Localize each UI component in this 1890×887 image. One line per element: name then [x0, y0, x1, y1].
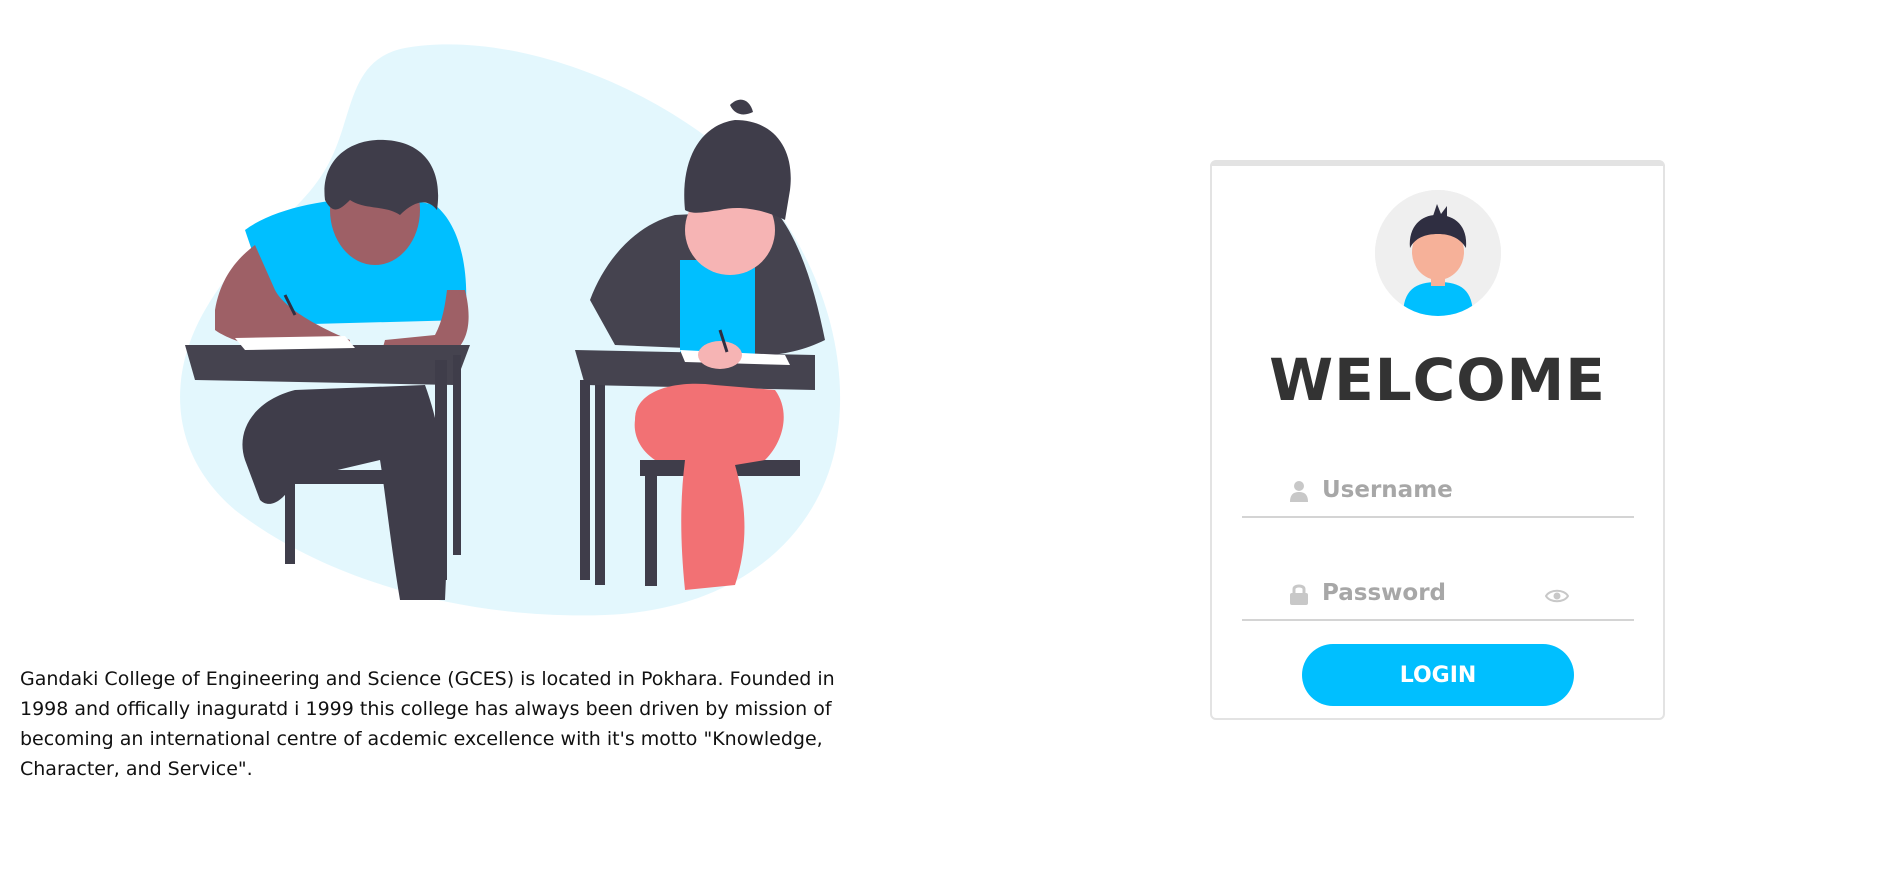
login-page: Gandaki College of Engineering and Scien…: [0, 0, 1890, 887]
students-writing-exam-illustration: [175, 40, 885, 620]
username-field: [1242, 456, 1634, 518]
college-description: Gandaki College of Engineering and Scien…: [20, 668, 835, 780]
login-card: WELCOME LOGIN: [1210, 160, 1665, 720]
username-input[interactable]: [1322, 470, 1572, 510]
welcome-heading: WELCOME: [1269, 346, 1606, 414]
password-field: [1242, 559, 1634, 621]
lock-icon: [1290, 584, 1308, 605]
login-button[interactable]: LOGIN: [1302, 644, 1574, 706]
eye-icon[interactable]: [1545, 588, 1569, 604]
user-icon: [1290, 481, 1308, 502]
user-avatar-icon: [1375, 190, 1501, 316]
password-input[interactable]: [1322, 573, 1572, 613]
